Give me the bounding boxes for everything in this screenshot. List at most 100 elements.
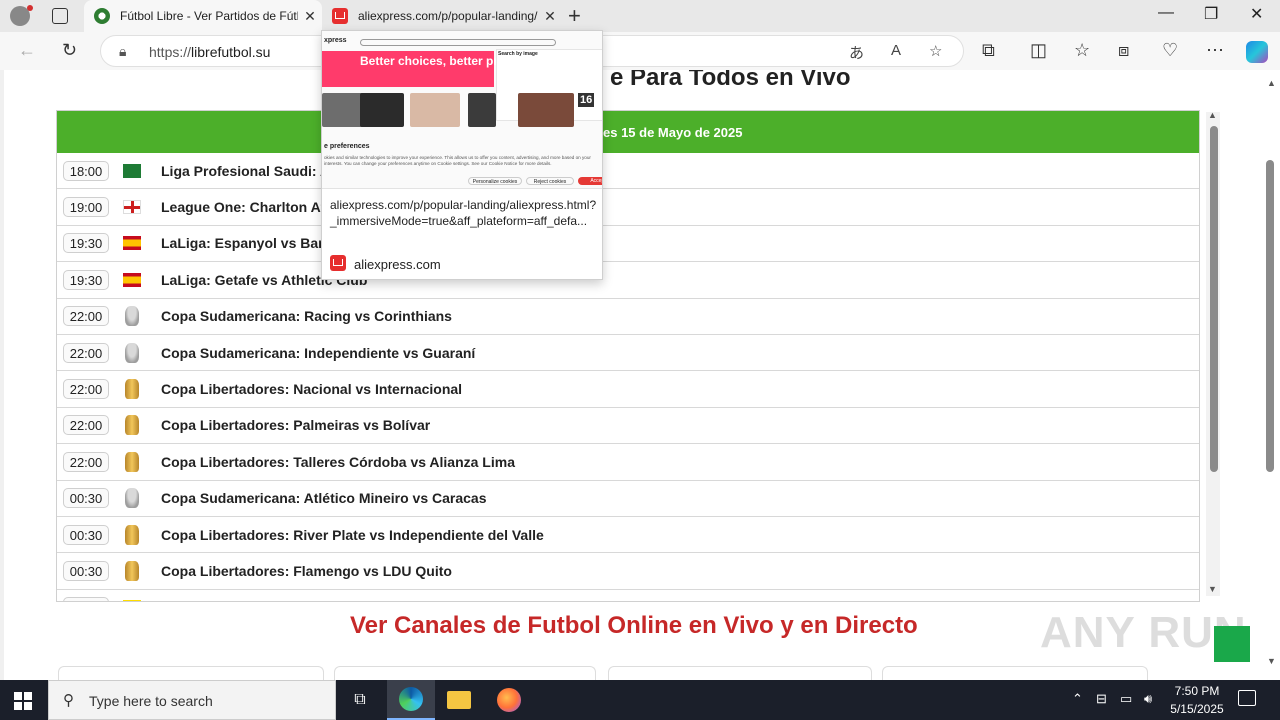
match-row[interactable]: 00:30 Copa Libertadores: River Plate vs I…	[57, 516, 1199, 554]
date-header: es 15 de Mayo de 2025	[57, 111, 1199, 153]
match-name[interactable]: Copa Libertadores: River Plate vs Indepe…	[161, 527, 544, 543]
network-icon[interactable]: ⊟	[1096, 691, 1107, 707]
preview-site-name: aliexpress.com	[354, 257, 441, 272]
browser-essentials-icon[interactable]: ♡	[1162, 40, 1178, 61]
task-view-icon: ⧉	[354, 691, 366, 708]
match-row[interactable]: 22:00 Copa Sudamericana: Racing vs Corint…	[57, 298, 1199, 335]
match-name[interactable]: LaLiga: Espanyol vs Barce	[161, 235, 339, 251]
match-row[interactable]: 19:30 LaLiga: Espanyol vs Barce	[57, 225, 1199, 263]
split-screen-icon[interactable]: ◫	[1030, 40, 1047, 61]
match-time: 00:30	[63, 597, 109, 601]
flag-es-icon	[123, 236, 141, 251]
page-viewport: e Para Todos en Vivo es 15 de Mayo de 20…	[0, 70, 1280, 680]
channel-card[interactable]	[882, 666, 1148, 680]
url-text[interactable]: https://librefutbol.su	[149, 44, 270, 60]
trophy-gold-icon	[125, 415, 139, 436]
thumb-pref-text: okies and similar technologies to improv…	[324, 155, 591, 166]
match-name[interactable]: Primera A: Medellín vs Deportes Tolima	[161, 599, 423, 601]
display-icon[interactable]: ▭	[1120, 691, 1132, 707]
scroll-up-arrow-icon[interactable]: ▲	[1208, 110, 1217, 120]
schedule-scrollbar-thumb[interactable]	[1210, 126, 1218, 472]
tab-title: aliexpress.com/p/popular-landing/	[358, 9, 538, 23]
thumb-search-bar	[360, 39, 556, 46]
match-name[interactable]: Copa Sudamericana: Independiente vs Guar…	[161, 345, 475, 361]
refresh-icon[interactable]: ↻	[62, 40, 77, 61]
channel-card[interactable]	[334, 666, 596, 680]
new-tab-button[interactable]: +	[568, 3, 581, 29]
back-arrow-icon[interactable]: ←	[18, 40, 36, 61]
match-name[interactable]: Liga Profesional Saudi: A	[161, 163, 330, 179]
clock-time[interactable]: 7:50 PM	[1172, 684, 1222, 698]
channel-card[interactable]	[58, 666, 324, 680]
match-row[interactable]: 22:00 Copa Libertadores: Nacional vs Inte…	[57, 371, 1199, 408]
taskbar-edge-button[interactable]	[387, 680, 435, 720]
match-row[interactable]: 22:00 Copa Libertadores: Talleres Córdoba…	[57, 444, 1199, 481]
match-row[interactable]: 22:00 Copa Sudamericana: Independiente vs…	[57, 334, 1199, 372]
match-row[interactable]: 19:30 LaLiga: Getafe vs Athletic Club	[57, 262, 1199, 299]
match-name[interactable]: League One: Charlton Ath	[161, 199, 334, 215]
page-scroll-down-arrow-icon[interactable]: ▼	[1267, 656, 1276, 666]
tab-hover-preview: xpress Better choices, better prices Sea…	[321, 30, 603, 280]
thumb-accept-button: Accept	[578, 177, 602, 185]
extensions-icon[interactable]: ⧉	[982, 40, 995, 61]
channel-card[interactable]	[608, 666, 872, 680]
match-row[interactable]: 22:00 Copa Libertadores: Palmeiras vs Bol…	[57, 407, 1199, 445]
thumb-pref-title: e preferences	[324, 143, 370, 150]
tab-close-icon[interactable]: ✕	[538, 8, 562, 25]
more-menu-icon[interactable]: ⋯	[1206, 40, 1224, 61]
maximize-button[interactable]: ❐	[1204, 4, 1218, 24]
favorite-star-icon[interactable]: ☆	[929, 42, 942, 60]
match-time: 00:30	[63, 524, 109, 545]
flag-sa-icon	[123, 163, 141, 178]
flag-ec-icon	[123, 600, 141, 601]
read-aloud-icon[interactable]: A	[891, 42, 901, 59]
match-name[interactable]: Copa Libertadores: Nacional vs Internaci…	[161, 381, 462, 397]
show-hidden-icons-icon[interactable]: ⌃	[1072, 691, 1083, 707]
match-name[interactable]: Copa Libertadores: Talleres Córdoba vs A…	[161, 454, 515, 470]
taskbar-explorer-button[interactable]	[435, 680, 483, 720]
thumb-personalize-button: Personalize cookies	[468, 177, 522, 185]
tab-aliexpress[interactable]: aliexpress.com/p/popular-landing/ ✕	[326, 0, 562, 32]
thumb-product-image	[518, 93, 574, 127]
lock-icon[interactable]: 🔒︎	[119, 43, 126, 60]
match-row[interactable]: 00:30 Copa Libertadores: Flamengo vs LDU …	[57, 553, 1199, 590]
match-time: 19:30	[63, 269, 109, 290]
collections-icon[interactable]: ⧈	[1118, 40, 1129, 61]
close-window-button[interactable]: ✕	[1250, 4, 1263, 24]
windows-start-icon[interactable]	[14, 692, 32, 710]
translate-icon[interactable]: あ	[849, 42, 864, 63]
profile-notification-dot	[27, 5, 33, 11]
tab-futbol-libre[interactable]: Fútbol Libre - Ver Partidos de Fútbol ✕	[84, 0, 322, 32]
match-row[interactable]: 19:00 League One: Charlton Ath	[57, 189, 1199, 226]
match-row[interactable]: 00:30 Copa Sudamericana: Atlético Mineiro…	[57, 480, 1199, 517]
trophy-silver-icon	[125, 488, 139, 509]
tab-strip: Fútbol Libre - Ver Partidos de Fútbol ✕ …	[0, 0, 1280, 32]
page-scroll-up-arrow-icon[interactable]: ▲	[1267, 78, 1276, 88]
notification-icon[interactable]	[1238, 690, 1256, 706]
scroll-down-arrow-icon[interactable]: ▼	[1208, 584, 1217, 594]
match-name[interactable]: Copa Sudamericana: Racing vs Corinthians	[161, 308, 452, 324]
taskbar-search-box[interactable]: ⚲ Type here to search	[48, 680, 336, 720]
taskbar-firefox-button[interactable]	[485, 680, 533, 720]
volume-icon[interactable]: 🔊︎	[1144, 691, 1152, 707]
minimize-button[interactable]: —	[1158, 4, 1174, 22]
windows-taskbar: ⚲ Type here to search ⧉ ⌃ ⊟ ▭ 🔊︎ 7:50 PM…	[0, 680, 1280, 720]
task-view-button[interactable]: ⧉	[336, 680, 384, 720]
match-time: 22:00	[63, 379, 109, 400]
match-row[interactable]: 00:30 Primera A: Medellín vs Deportes Tol…	[57, 589, 1199, 601]
match-row[interactable]: 18:00 Liga Profesional Saudi: A	[57, 153, 1199, 190]
tab-actions-icon[interactable]	[52, 8, 68, 24]
page-scrollbar-thumb[interactable]	[1266, 160, 1274, 472]
soccer-ball-icon	[94, 8, 110, 24]
match-name[interactable]: Copa Libertadores: Flamengo vs LDU Quito	[161, 563, 452, 579]
match-name[interactable]: Copa Libertadores: Palmeiras vs Bolívar	[161, 417, 430, 433]
match-name[interactable]: Copa Sudamericana: Atlético Mineiro vs C…	[161, 490, 486, 506]
favorites-icon[interactable]: ☆	[1074, 40, 1090, 61]
file-explorer-icon	[447, 691, 471, 709]
match-time: 22:00	[63, 306, 109, 327]
page-title: e Para Todos en Vivo	[610, 70, 851, 91]
match-time: 19:30	[63, 233, 109, 254]
copilot-icon[interactable]	[1246, 41, 1268, 63]
tab-close-icon[interactable]: ✕	[298, 8, 322, 25]
clock-date[interactable]: 5/15/2025	[1168, 702, 1226, 716]
